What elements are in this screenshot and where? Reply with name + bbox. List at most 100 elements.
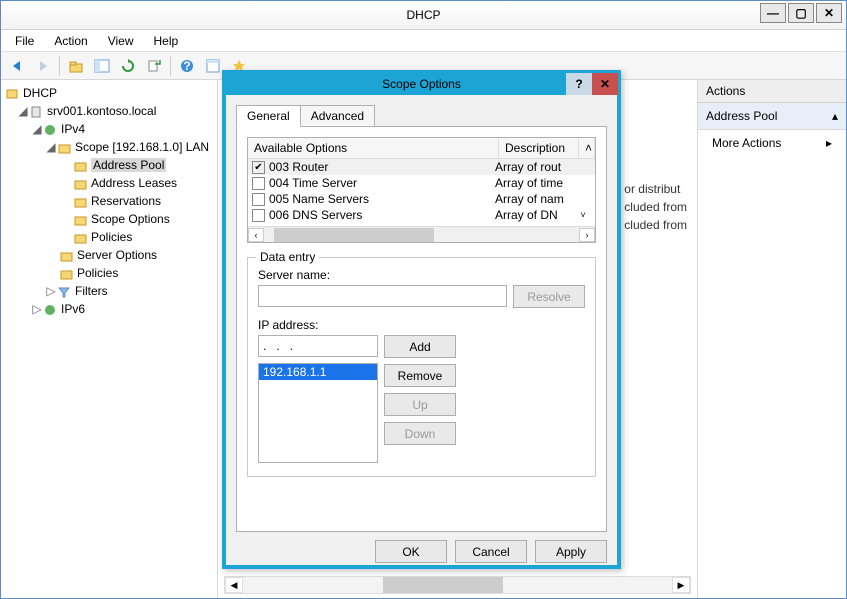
- scroll-thumb[interactable]: [383, 577, 503, 593]
- ip-list-item[interactable]: 192.168.1.1: [259, 364, 377, 380]
- actions-pane: Actions Address Pool ▴ More Actions ▸: [698, 80, 846, 598]
- checkbox[interactable]: ✔: [252, 161, 265, 174]
- scroll-track[interactable]: [264, 228, 579, 242]
- scroll-thumb[interactable]: [274, 228, 434, 242]
- tree-scope-options[interactable]: Scope Options: [91, 212, 170, 226]
- ok-button[interactable]: OK: [375, 540, 447, 563]
- list-scroll-down-icon[interactable]: ˅: [575, 210, 591, 220]
- list-row[interactable]: ✔ 003 Router Array of rout: [248, 159, 595, 175]
- remove-button[interactable]: Remove: [384, 364, 456, 387]
- folder-icon: [59, 249, 75, 263]
- folder-icon: [73, 231, 89, 245]
- list-cell-desc: Array of DN: [495, 208, 575, 222]
- actions-header: Actions: [698, 80, 846, 103]
- tree-twisty[interactable]: ◢: [31, 120, 43, 138]
- tree-address-leases[interactable]: Address Leases: [91, 176, 177, 190]
- help-icon[interactable]: ?: [175, 55, 199, 77]
- list-cell-desc: Array of rout: [495, 160, 575, 174]
- export-icon[interactable]: [142, 55, 166, 77]
- tree-ipv6[interactable]: IPv6: [61, 302, 85, 316]
- tree-twisty[interactable]: ▷: [31, 300, 43, 318]
- scroll-right-icon[interactable]: ▶: [672, 577, 690, 593]
- tab-advanced[interactable]: Advanced: [300, 105, 375, 127]
- tree-server[interactable]: srv001.kontoso.local: [47, 104, 156, 118]
- scroll-left-icon[interactable]: ‹: [248, 228, 264, 242]
- list-row[interactable]: 006 DNS Servers Array of DN ˅: [248, 207, 595, 223]
- tree-pane: DHCP ◢ srv001.kontoso.local ◢ IPv4 ◢ Scope …: [1, 80, 217, 598]
- folder-icon: [73, 195, 89, 209]
- checkbox[interactable]: [252, 177, 265, 190]
- minimize-button[interactable]: —: [760, 3, 786, 23]
- tree-server-options[interactable]: Server Options: [77, 248, 157, 262]
- tree-ipv4[interactable]: IPv4: [61, 122, 85, 136]
- apply-button[interactable]: Apply: [535, 540, 607, 563]
- available-options-list[interactable]: Available Options Description ˄ ✔ 003 Ro…: [247, 137, 596, 243]
- list-scroll-up-icon[interactable]: ˄: [579, 138, 595, 158]
- forward-button[interactable]: [31, 55, 55, 77]
- dialog-close-button[interactable]: ✕: [592, 73, 618, 95]
- dialog-body: General Advanced Available Options Descr…: [226, 94, 617, 563]
- menu-bar: File Action View Help: [1, 30, 846, 52]
- menu-file[interactable]: File: [7, 32, 42, 50]
- show-hide-tree-icon[interactable]: [90, 55, 114, 77]
- add-button[interactable]: Add: [384, 335, 456, 358]
- close-button[interactable]: ✕: [816, 3, 842, 23]
- scroll-track[interactable]: [243, 577, 672, 593]
- dialog-button-row: OK Cancel Apply: [236, 540, 607, 563]
- checkbox[interactable]: [252, 209, 265, 222]
- refresh-icon[interactable]: [116, 55, 140, 77]
- tree-twisty[interactable]: ▷: [45, 282, 57, 300]
- collapse-icon[interactable]: ▴: [832, 109, 838, 123]
- actions-more-label: More Actions: [712, 136, 781, 150]
- maximize-button[interactable]: ▢: [788, 3, 814, 23]
- menu-action[interactable]: Action: [46, 32, 95, 50]
- list-row[interactable]: 004 Time Server Array of time: [248, 175, 595, 191]
- scope-icon: [57, 141, 73, 155]
- title-bar: DHCP — ▢ ✕: [1, 1, 846, 30]
- dhcp-root-icon: [5, 87, 21, 101]
- list-cell-desc: Array of nam: [495, 192, 575, 206]
- menu-help[interactable]: Help: [146, 32, 187, 50]
- tree-twisty[interactable]: ◢: [45, 138, 57, 156]
- menu-view[interactable]: View: [100, 32, 142, 50]
- ip-address-label: IP address:: [258, 318, 585, 332]
- resolve-button[interactable]: Resolve: [513, 285, 585, 308]
- list-cell-name: 004 Time Server: [269, 176, 495, 190]
- list-cell-name: 003 Router: [269, 160, 495, 174]
- list-hscrollbar[interactable]: ‹ ›: [248, 226, 595, 242]
- down-button[interactable]: Down: [384, 422, 456, 445]
- ip-address-input[interactable]: [258, 335, 378, 357]
- back-button[interactable]: [5, 55, 29, 77]
- ip-list[interactable]: 192.168.1.1: [258, 363, 378, 463]
- tree-server-policies[interactable]: Policies: [77, 266, 118, 280]
- folder-icon: [59, 267, 75, 281]
- list-header-description[interactable]: Description: [499, 138, 579, 158]
- checkbox[interactable]: [252, 193, 265, 206]
- scroll-right-icon[interactable]: ›: [579, 228, 595, 242]
- tab-general[interactable]: General: [236, 105, 301, 127]
- tree-root[interactable]: DHCP: [23, 86, 57, 100]
- data-entry-legend: Data entry: [256, 250, 319, 264]
- scroll-left-icon[interactable]: ◀: [225, 577, 243, 593]
- tree-scope[interactable]: Scope [192.168.1.0] LAN: [75, 140, 209, 154]
- dialog-help-button[interactable]: ?: [566, 73, 592, 95]
- list-header-options[interactable]: Available Options: [248, 138, 499, 158]
- data-entry-group: Data entry Server name: Resolve IP addre…: [247, 257, 596, 477]
- server-name-input[interactable]: [258, 285, 507, 307]
- tree-twisty[interactable]: ◢: [17, 102, 29, 120]
- actions-more[interactable]: More Actions ▸: [698, 130, 846, 156]
- svg-text:?: ?: [183, 59, 190, 73]
- list-row[interactable]: 005 Name Servers Array of nam: [248, 191, 595, 207]
- tree-reservations[interactable]: Reservations: [91, 194, 161, 208]
- cancel-button[interactable]: Cancel: [455, 540, 527, 563]
- tree-address-pool[interactable]: Address Pool: [91, 158, 166, 172]
- up-button[interactable]: Up: [384, 393, 456, 416]
- up-icon[interactable]: [64, 55, 88, 77]
- chevron-right-icon: ▸: [826, 136, 832, 150]
- background-text: or distribut cluded from cluded from: [624, 180, 687, 234]
- tree-filters[interactable]: Filters: [75, 284, 108, 298]
- actions-sub-label: Address Pool: [706, 109, 777, 123]
- dialog-title: Scope Options: [382, 77, 461, 91]
- tree-policies[interactable]: Policies: [91, 230, 132, 244]
- center-hscrollbar[interactable]: ◀ ▶: [224, 576, 691, 594]
